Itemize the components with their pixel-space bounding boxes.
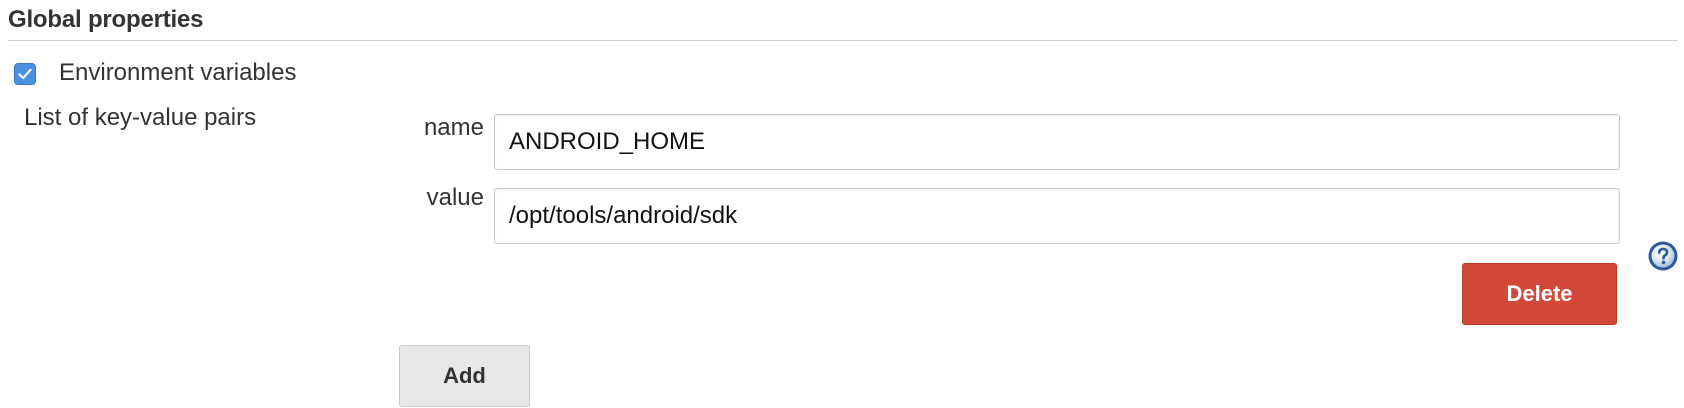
add-button[interactable]: Add [399, 345, 530, 407]
checkmark-icon [18, 68, 32, 80]
help-icon[interactable] [1647, 240, 1679, 272]
section-header: Global properties [8, 2, 1678, 41]
environment-variables-label[interactable]: Environment variables [59, 59, 296, 87]
value-input[interactable] [494, 188, 1620, 244]
environment-variables-checkbox[interactable] [14, 63, 36, 85]
section-title: Global properties [8, 6, 204, 33]
name-input[interactable] [494, 114, 1620, 170]
name-field-label: name [423, 114, 484, 141]
value-field-label: value [426, 184, 484, 211]
key-value-pairs-label: List of key-value pairs [24, 104, 257, 131]
delete-button[interactable]: Delete [1462, 263, 1617, 325]
